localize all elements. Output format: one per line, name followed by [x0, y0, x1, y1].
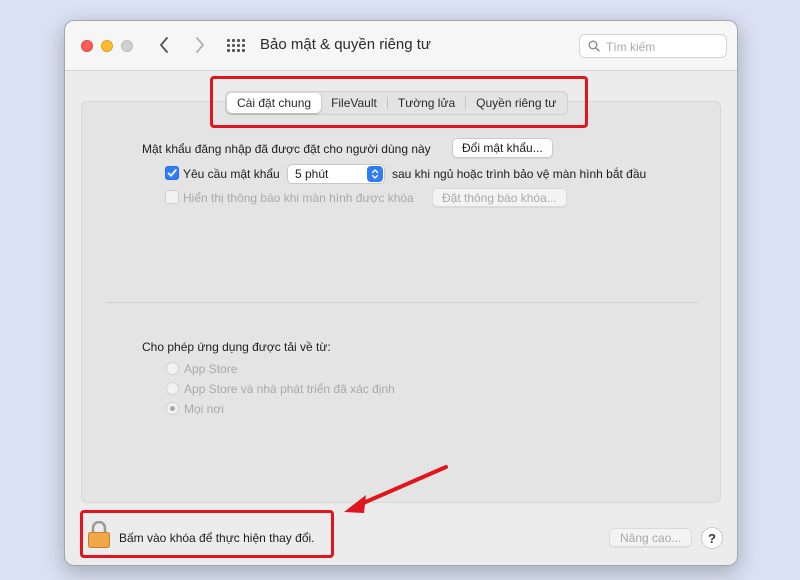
- radio-app-store[interactable]: [166, 362, 179, 375]
- red-arrow-icon: [344, 465, 448, 513]
- lock-instruction-text: Bấm vào khóa để thực hiện thay đổi.: [119, 531, 315, 545]
- popup-arrows-icon: [367, 166, 383, 182]
- search-input[interactable]: [606, 38, 718, 55]
- require-password-suffix: sau khi ngủ hoặc trình bảo vệ màn hình b…: [392, 167, 647, 181]
- radio-app-store-identified[interactable]: [166, 382, 179, 395]
- window-title: Bảo mật & quyền riêng tư: [260, 36, 431, 53]
- password-delay-value: 5 phút: [295, 167, 329, 181]
- radio-label-anywhere: Mọi nơi: [184, 402, 224, 416]
- show-lock-message-label: Hiển thị thông báo khi màn hình được khó…: [183, 191, 414, 205]
- password-set-text: Mật khẩu đăng nhập đã được đặt cho người…: [142, 142, 431, 156]
- general-panel: Mật khẩu đăng nhập đã được đặt cho người…: [81, 101, 721, 503]
- radio-label-app-store: App Store: [184, 362, 238, 376]
- checkmark-icon: [167, 169, 177, 177]
- forward-chevron-icon: [196, 37, 204, 53]
- section-divider: [106, 302, 698, 303]
- require-password-checkbox[interactable]: [165, 166, 179, 180]
- advanced-button[interactable]: Nâng cao...: [609, 528, 693, 547]
- require-password-label: Yêu cầu mật khẩu: [183, 167, 280, 181]
- show-lock-message-checkbox[interactable]: [165, 190, 179, 204]
- lock-icon: [88, 520, 110, 548]
- radio-label-app-store-identified: App Store và nhà phát triển đã xác định: [184, 382, 395, 396]
- tab-bar: Cài đặt chung FileVault Tường lửa Quyền …: [225, 91, 569, 115]
- close-window-button[interactable]: [81, 40, 93, 52]
- title-bar: Bảo mật & quyền riêng tư: [65, 21, 737, 71]
- show-all-button[interactable]: [225, 36, 245, 56]
- tab-general[interactable]: Cài đặt chung: [227, 93, 322, 113]
- tab-filevault[interactable]: FileVault: [321, 93, 387, 113]
- change-password-button[interactable]: Đổi mật khẩu...: [452, 138, 553, 158]
- search-field[interactable]: [579, 34, 727, 58]
- search-icon: [588, 40, 600, 52]
- lock-button[interactable]: [87, 520, 111, 549]
- zoom-window-button[interactable]: [121, 40, 133, 52]
- back-button[interactable]: [153, 33, 175, 57]
- help-button[interactable]: ?: [701, 527, 723, 549]
- back-chevron-icon: [160, 37, 168, 53]
- set-lock-message-button[interactable]: Đặt thông báo khóa...: [432, 188, 567, 207]
- password-delay-popup[interactable]: 5 phút: [287, 164, 385, 184]
- forward-button[interactable]: [189, 33, 211, 57]
- minimize-window-button[interactable]: [101, 40, 113, 52]
- radio-anywhere[interactable]: [166, 402, 179, 415]
- tab-firewall[interactable]: Tường lửa: [388, 93, 465, 113]
- tab-privacy[interactable]: Quyền riêng tư: [466, 93, 566, 113]
- allow-apps-heading: Cho phép ứng dụng được tải về từ:: [142, 340, 331, 354]
